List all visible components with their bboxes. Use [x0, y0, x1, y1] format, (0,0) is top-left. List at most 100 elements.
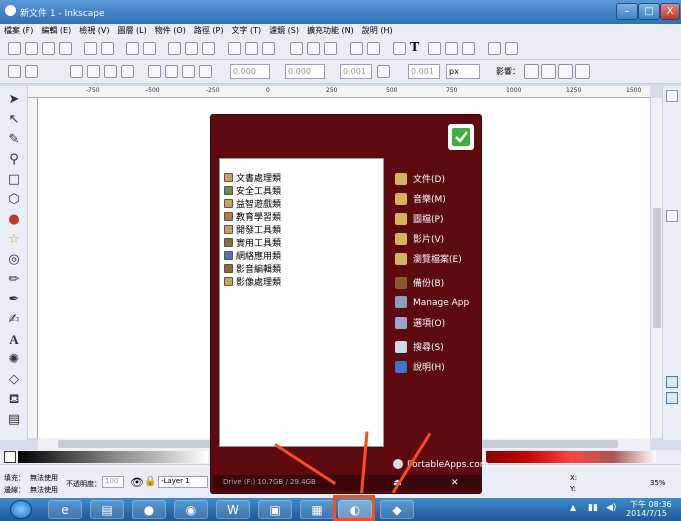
- scale-stroke-icon[interactable]: [524, 64, 539, 79]
- unit-select[interactable]: px: [446, 64, 480, 79]
- tray-arrow-icon[interactable]: ▲: [570, 503, 576, 512]
- menu-help[interactable]: 說明 (H): [358, 24, 397, 37]
- backup-menu-item[interactable]: 備份(B): [395, 276, 444, 294]
- document-properties-icon[interactable]: [488, 42, 501, 55]
- inkscape-taskbar-icon[interactable]: ◆: [380, 500, 414, 519]
- close-button[interactable]: X: [660, 3, 680, 20]
- cut-icon[interactable]: [185, 42, 198, 55]
- transform-icon[interactable]: [505, 42, 518, 55]
- word-taskbar-icon[interactable]: W: [216, 500, 250, 519]
- red-swatches[interactable]: [486, 451, 656, 463]
- zoom-selection-icon[interactable]: [228, 42, 241, 55]
- layer-lock-icon[interactable]: 🔒: [144, 476, 156, 487]
- videos-menu-item[interactable]: 影片(V): [395, 232, 444, 250]
- menu-filters[interactable]: 濾鏡 (S): [265, 24, 303, 37]
- app-category-item[interactable]: 教育學習類: [224, 210, 281, 224]
- undo-icon[interactable]: [126, 42, 139, 55]
- tweak-tool-icon[interactable]: ✎: [6, 132, 22, 148]
- firefox-taskbar-icon[interactable]: ●: [132, 500, 166, 519]
- search-menu-item[interactable]: 搜尋(S): [395, 340, 444, 358]
- flip-vertical-icon[interactable]: [121, 65, 134, 78]
- select-all-icon[interactable]: [8, 65, 21, 78]
- opacity-field[interactable]: 100: [102, 476, 124, 488]
- new-icon[interactable]: [8, 42, 21, 55]
- options-menu-item[interactable]: 選項(O): [395, 316, 445, 334]
- rotate-cw-icon[interactable]: [87, 65, 100, 78]
- calligraphy-tool-icon[interactable]: ✍: [6, 312, 22, 328]
- spray-tool-icon[interactable]: ✺: [6, 352, 22, 368]
- paint-bucket-tool-icon[interactable]: ⛾: [6, 392, 22, 408]
- rectangle-tool-icon[interactable]: □: [6, 172, 22, 188]
- group-icon[interactable]: [350, 42, 363, 55]
- width-field[interactable]: 0.001: [340, 64, 372, 79]
- documents-menu-item[interactable]: 文件(D): [395, 172, 445, 190]
- menu-edit[interactable]: 編輯 (E): [37, 24, 75, 37]
- media-taskbar-icon[interactable]: ▦: [300, 500, 334, 519]
- clone-icon[interactable]: [307, 42, 320, 55]
- snap-toggle-icon[interactable]: [666, 210, 678, 222]
- explore-menu-item[interactable]: 瀏覽檔案(E): [395, 252, 462, 270]
- lock-icon[interactable]: [377, 65, 390, 78]
- save-icon[interactable]: [42, 42, 55, 55]
- app-category-item[interactable]: 影像處理類: [224, 275, 281, 289]
- x-field[interactable]: 0.000: [230, 64, 270, 79]
- y-field[interactable]: 0.000: [285, 64, 325, 79]
- clock-date[interactable]: 2014/7/15: [626, 509, 667, 518]
- move-gradients-icon[interactable]: [558, 64, 573, 79]
- app-category-item[interactable]: 實用工具類: [224, 236, 281, 250]
- height-field[interactable]: 0.001: [408, 64, 440, 79]
- menu-path[interactable]: 路徑 (P): [190, 24, 228, 37]
- menu-object[interactable]: 物件 (O): [151, 24, 190, 37]
- select-all-layers-icon[interactable]: [25, 65, 38, 78]
- explorer-taskbar-icon[interactable]: ▤: [90, 500, 124, 519]
- ungroup-icon[interactable]: [367, 42, 380, 55]
- app-category-item[interactable]: 文書處理類: [224, 171, 281, 185]
- no-paint-swatch[interactable]: [4, 451, 16, 463]
- pen-tool-icon[interactable]: ✒: [6, 292, 22, 308]
- lower-icon[interactable]: [182, 65, 195, 78]
- zoom-fit-icon[interactable]: [666, 90, 678, 102]
- copy-icon[interactable]: [168, 42, 181, 55]
- import-icon[interactable]: [84, 42, 97, 55]
- menu-text[interactable]: 文字 (T): [227, 24, 265, 37]
- app-category-item[interactable]: 安全工具類: [224, 184, 281, 198]
- chrome-taskbar-icon[interactable]: ◉: [174, 500, 208, 519]
- paste-icon[interactable]: [202, 42, 215, 55]
- scale-corners-icon[interactable]: [541, 64, 556, 79]
- menu-extensions[interactable]: 擴充功能 (N): [303, 24, 358, 37]
- zoom-drawing-icon[interactable]: [245, 42, 258, 55]
- volume-icon[interactable]: ◀): [606, 503, 616, 513]
- portableapps-brand[interactable]: PortableApps.com: [407, 460, 488, 470]
- menu-file[interactable]: 檔案 (F): [0, 24, 37, 37]
- app-category-item[interactable]: 網絡應用類: [224, 249, 281, 263]
- close-menu-icon[interactable]: ✕: [451, 478, 459, 488]
- vertical-scroll-thumb[interactable]: [653, 208, 661, 328]
- open-icon[interactable]: [25, 42, 38, 55]
- align-icon[interactable]: [445, 42, 458, 55]
- zoom-tool-icon[interactable]: ⚲: [6, 152, 22, 168]
- raise-to-top-icon[interactable]: [148, 65, 161, 78]
- export-icon[interactable]: [101, 42, 114, 55]
- selector-tool-icon[interactable]: ➤: [6, 92, 22, 108]
- star-tool-icon[interactable]: ☆: [6, 232, 22, 248]
- layer-select[interactable]: -Layer 1: [158, 476, 208, 488]
- pictures-menu-item[interactable]: 圖檔(P): [395, 212, 443, 230]
- text-tool-icon[interactable]: A: [6, 332, 22, 348]
- raise-icon[interactable]: [165, 65, 178, 78]
- gradient-tool-icon[interactable]: ▤: [6, 412, 22, 428]
- node-tool-icon[interactable]: ↖: [6, 112, 22, 128]
- app-category-item[interactable]: 開發工具類: [224, 223, 281, 237]
- preferences-icon[interactable]: [462, 42, 475, 55]
- grayscale-swatches[interactable]: [18, 451, 208, 463]
- manage-apps-menu-item[interactable]: Manage App: [395, 296, 469, 314]
- print-icon[interactable]: [59, 42, 72, 55]
- music-menu-item[interactable]: 音樂(M): [395, 192, 446, 210]
- help-menu-item[interactable]: 說明(H): [395, 360, 445, 378]
- visibility-icon[interactable]: 👁: [130, 476, 144, 489]
- spiral-tool-icon[interactable]: ◎: [6, 252, 22, 268]
- app-category-item[interactable]: 影音編輯類: [224, 262, 281, 276]
- network-icon[interactable]: ▮▮: [588, 503, 598, 513]
- snap-grid-icon[interactable]: [666, 376, 678, 388]
- snap-guide-icon[interactable]: [666, 392, 678, 404]
- lower-to-bottom-icon[interactable]: [199, 65, 212, 78]
